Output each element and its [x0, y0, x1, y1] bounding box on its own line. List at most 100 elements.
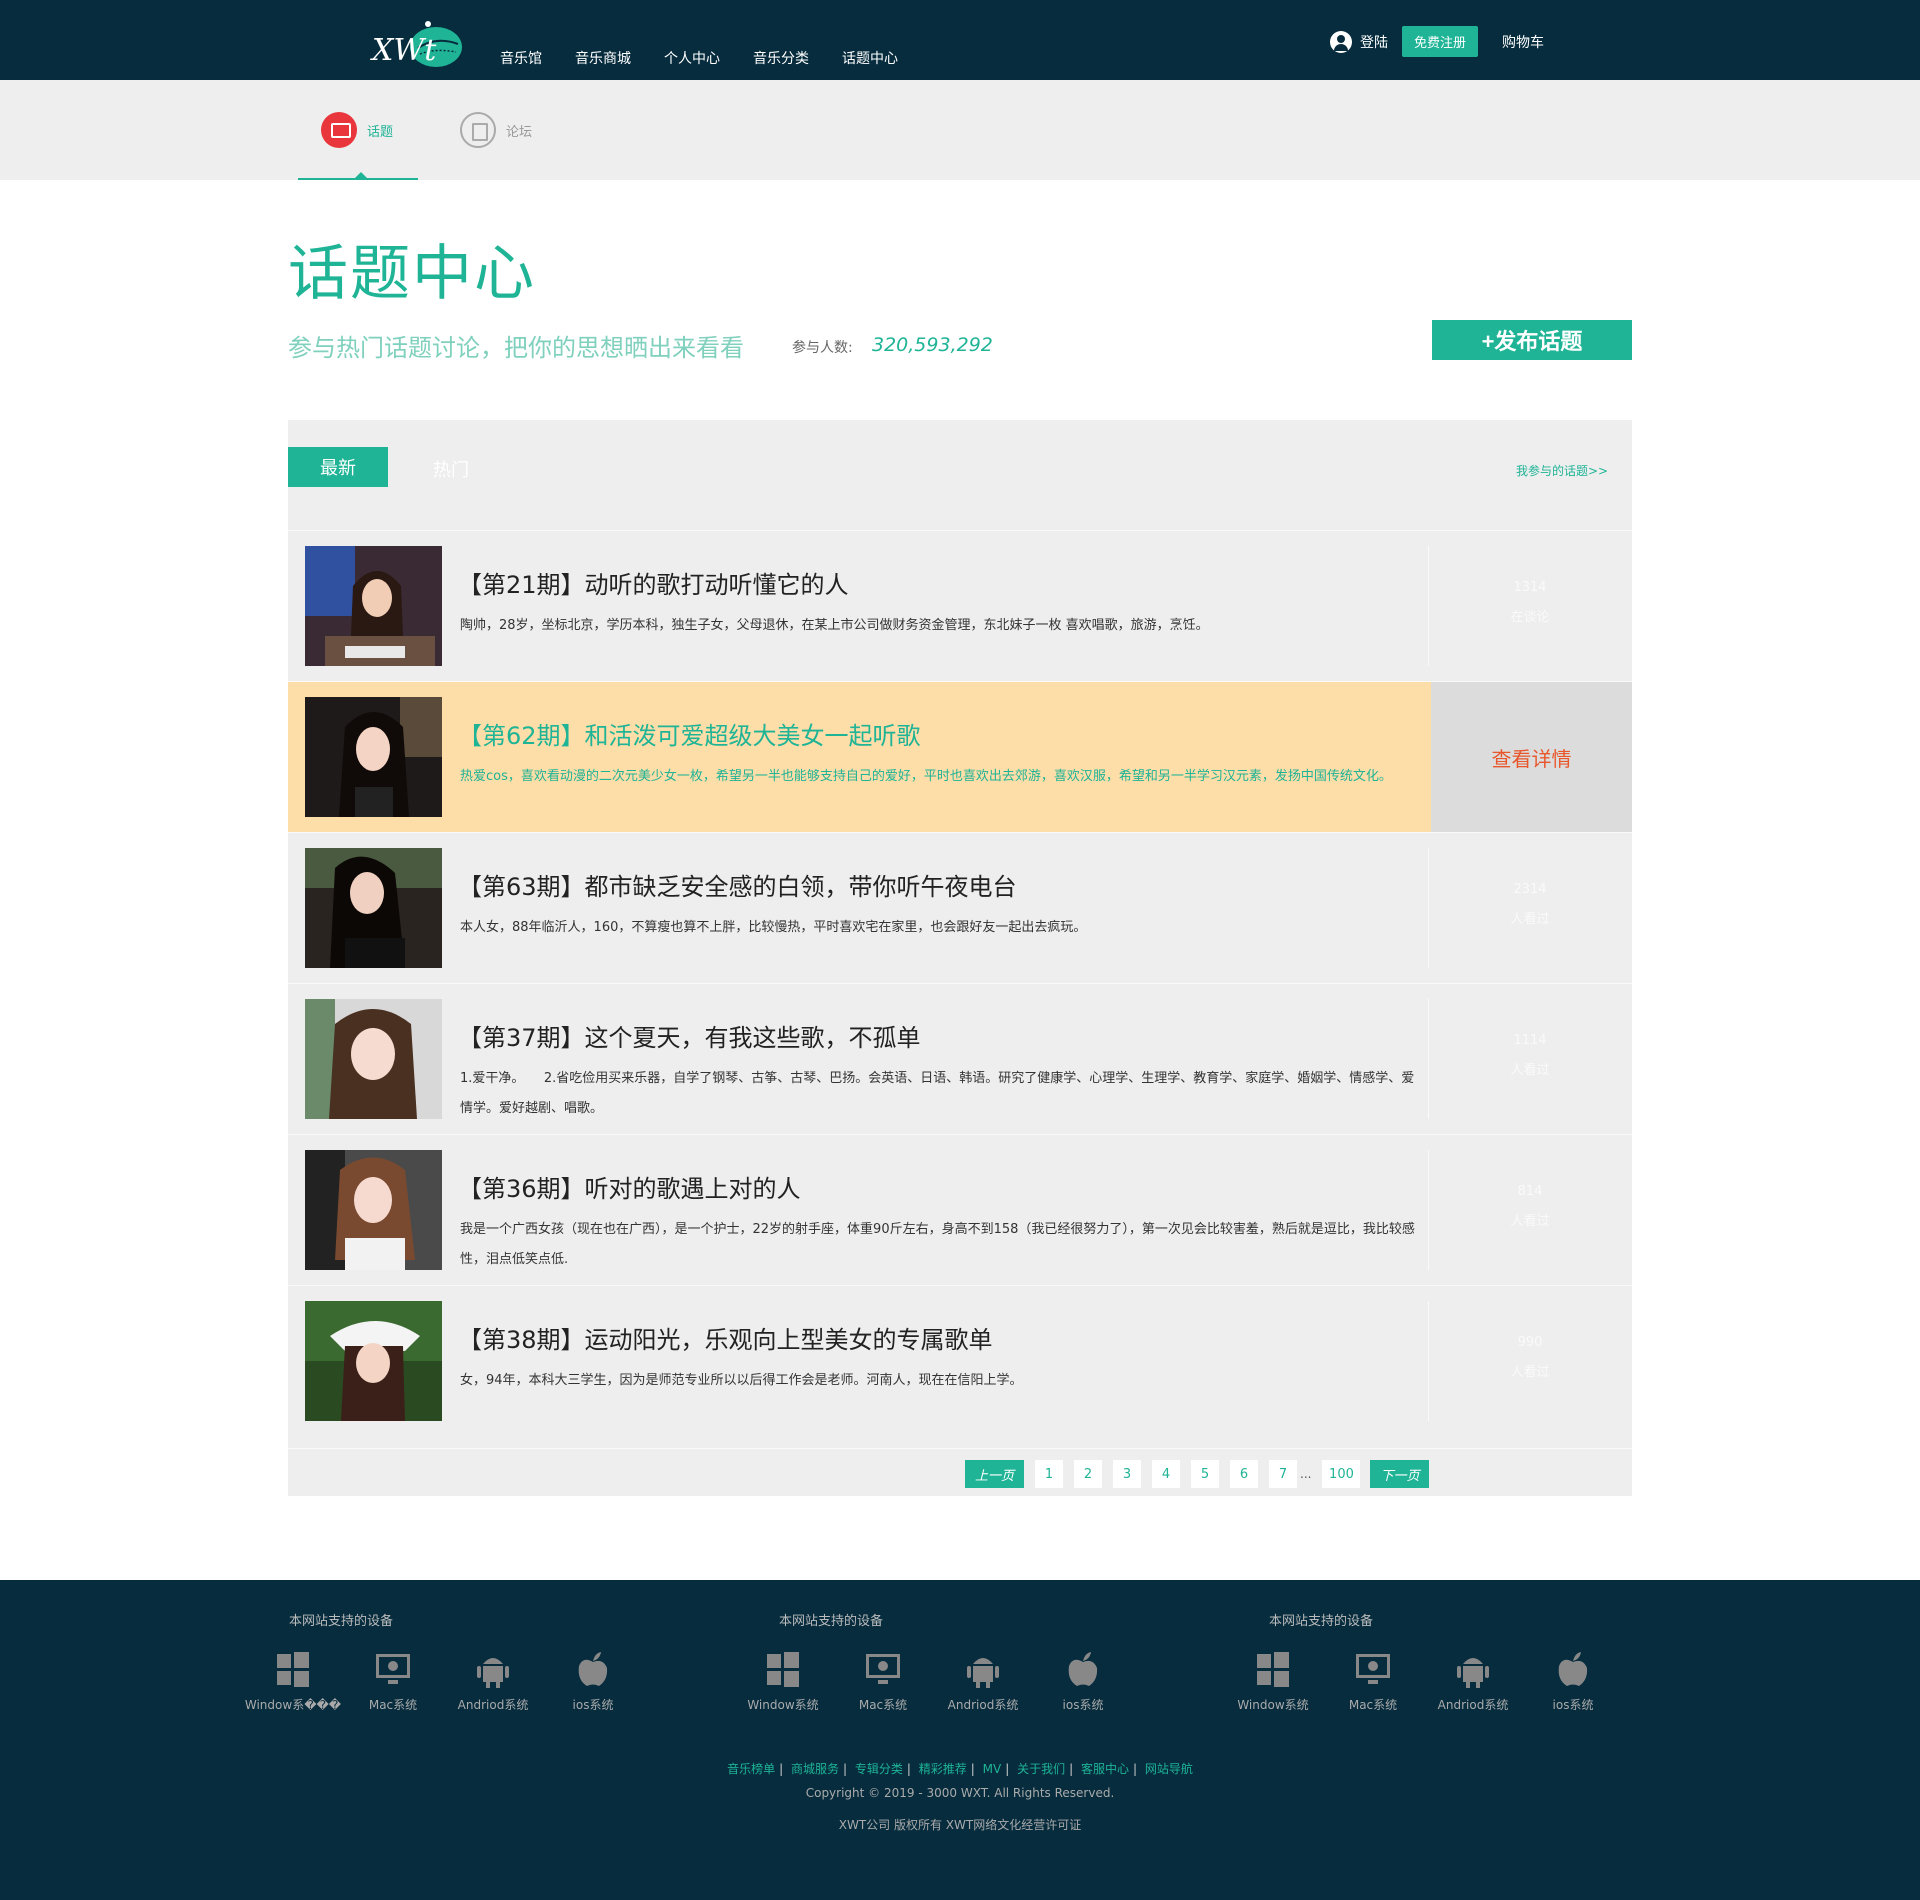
device-label: Andriod系统	[1437, 1698, 1509, 1712]
page-button[interactable]: 3	[1113, 1460, 1142, 1488]
footer-link[interactable]: 客服中心	[1081, 1762, 1129, 1776]
topic-avatar[interactable]	[305, 1150, 442, 1270]
topic-row[interactable]: 【第63期】都市缺乏安全感的白领，带你听午夜电台 本人女，88年临沂人，160，…	[288, 832, 1632, 983]
device-android[interactable]: Andriod系统	[933, 1650, 1033, 1713]
footer-link[interactable]: MV	[983, 1762, 1002, 1776]
sub-nav: 话题 论坛	[0, 80, 1920, 180]
topic-title[interactable]: 【第37期】这个夏天，有我这些歌，不孤单	[458, 1018, 921, 1053]
license-text: XWT公司 版权所有 XWT网络文化经营许可证	[838, 1818, 1082, 1832]
footer-link[interactable]: 商城服务	[791, 1762, 839, 1776]
device-label: Window系���	[244, 1698, 342, 1712]
topic-row[interactable]: 【第62期】和活泼可爱超级大美女一起听歌 热爱cos，喜欢看动漫的二次元美少女一…	[288, 681, 1632, 833]
tab-latest[interactable]: 最新	[288, 447, 388, 487]
register-button[interactable]: 免费注册	[1402, 26, 1479, 57]
device-windows[interactable]: Window系���	[243, 1650, 343, 1713]
device-title: 本网站支持的设备	[1269, 1614, 1374, 1629]
device-mac[interactable]: Mac系统	[343, 1650, 443, 1713]
nav-personal-center[interactable]: 个人中心	[664, 48, 720, 68]
page-button[interactable]: 4	[1152, 1460, 1181, 1488]
device-label: Andriod系统	[947, 1698, 1019, 1712]
device-mac[interactable]: Mac系统	[1323, 1650, 1423, 1713]
topic-title[interactable]: 【第62期】和活泼可爱超级大美女一起听歌	[458, 716, 921, 751]
chat-icon	[321, 112, 357, 148]
topic-desc: 1.爱干净。 2.省吃俭用买来乐器，自学了钢琴、古筝、古琴、巴扬。会英语、日语、…	[460, 1071, 1415, 1116]
apple-icon	[1555, 1650, 1591, 1688]
topic-avatar[interactable]	[305, 697, 442, 817]
user-area: 登陆 免费注册 购物车	[1330, 26, 1544, 57]
monitor-icon	[1355, 1650, 1391, 1688]
topic-desc: 热爱cos，喜欢看动漫的二次元美少女一枚，希望另一半也能够支持自己的爱好，平时也…	[460, 769, 1392, 784]
windows-icon	[765, 1650, 801, 1688]
footer-link[interactable]: 网站导航	[1145, 1762, 1193, 1776]
my-topics-link[interactable]: 我参与的话题>>	[1516, 462, 1608, 479]
topic-avatar[interactable]	[305, 1301, 442, 1421]
device-mac[interactable]: Mac系统	[833, 1650, 933, 1713]
prev-page-button[interactable]: 上一页	[965, 1460, 1025, 1488]
nav-music-hall[interactable]: 音乐馆	[500, 48, 542, 68]
tab-forum[interactable]: 论坛	[460, 112, 532, 148]
page-button[interactable]: 2	[1074, 1460, 1103, 1488]
windows-icon	[1255, 1650, 1291, 1688]
stat-label: 在谈论	[1510, 610, 1550, 625]
nav-topic-center[interactable]: 话题中心	[842, 48, 898, 68]
view-detail-button[interactable]: 查看详情	[1431, 682, 1632, 833]
device-ios[interactable]: ios系统	[1033, 1650, 1133, 1713]
tab-topic[interactable]: 话题	[321, 112, 393, 148]
nav-music-category[interactable]: 音乐分类	[753, 48, 809, 68]
page-button[interactable]: 5	[1191, 1460, 1220, 1488]
device-title: 本网站支持的设备	[779, 1614, 884, 1629]
topic-title[interactable]: 【第63期】都市缺乏安全感的白领，带你听午夜电台	[458, 867, 1017, 902]
publish-topic-button[interactable]: +发布话题	[1432, 320, 1632, 360]
apple-icon	[575, 1650, 611, 1688]
top-header: XWt 音乐馆 音乐商城 个人中心 音乐分类 话题中心 登陆 免费注册 购物车	[0, 0, 1920, 80]
footer-link[interactable]: 精彩推荐	[919, 1762, 967, 1776]
page-button-last[interactable]: 100	[1322, 1460, 1361, 1488]
device-android[interactable]: Andriod系统	[443, 1650, 543, 1713]
stat-label: 人看过	[1510, 1365, 1550, 1380]
device-label: Mac系统	[858, 1698, 908, 1712]
next-page-button[interactable]: 下一页	[1370, 1460, 1430, 1488]
device-windows[interactable]: Window系统	[1223, 1650, 1323, 1713]
nav-music-mall[interactable]: 音乐商城	[575, 48, 631, 68]
topic-avatar[interactable]	[305, 546, 442, 666]
device-windows[interactable]: Window系统	[733, 1650, 833, 1713]
footer-link[interactable]: 关于我们	[1017, 1762, 1065, 1776]
topic-stat: 2314 人看过	[1428, 875, 1632, 935]
main-nav: 音乐馆 音乐商城 个人中心 音乐分类 话题中心	[500, 48, 931, 68]
page-button[interactable]: 1	[1035, 1460, 1064, 1488]
topic-row[interactable]: 【第37期】这个夏天，有我这些歌，不孤单 1.爱干净。 2.省吃俭用买来乐器，自…	[288, 983, 1632, 1134]
android-icon	[965, 1650, 1001, 1688]
topic-row[interactable]: 【第38期】运动阳光，乐观向上型美女的专属歌单 女，94年，本科大三学生，因为是…	[288, 1285, 1632, 1436]
topic-title[interactable]: 【第36期】听对的歌遇上对的人	[458, 1169, 801, 1204]
topic-row[interactable]: 【第36期】听对的歌遇上对的人 我是一个广西女孩（现在也在广西），是一个护士，2…	[288, 1134, 1632, 1285]
login-link[interactable]: 登陆	[1360, 32, 1388, 52]
topic-title[interactable]: 【第38期】运动阳光，乐观向上型美女的专属歌单	[458, 1320, 993, 1355]
device-android[interactable]: Andriod系统	[1423, 1650, 1523, 1713]
footer-link[interactable]: 音乐榜单	[727, 1762, 775, 1776]
topic-avatar[interactable]	[305, 999, 442, 1119]
topic-rows: 【第21期】动听的歌打动听懂它的人 陶帅，28岁，坐标北京，学历本科，独生子女，…	[288, 530, 1632, 1436]
android-icon	[1455, 1650, 1491, 1688]
device-label: Mac系统	[368, 1698, 418, 1712]
device-label: Mac系统	[1348, 1698, 1398, 1712]
cart-link[interactable]: 购物车	[1502, 32, 1544, 52]
topic-row[interactable]: 【第21期】动听的歌打动听懂它的人 陶帅，28岁，坐标北京，学历本科，独生子女，…	[288, 530, 1632, 681]
site-logo[interactable]: XWt	[370, 18, 466, 72]
topic-avatar[interactable]	[305, 848, 442, 968]
tab-forum-label: 论坛	[506, 124, 533, 140]
page-button[interactable]: 6	[1230, 1460, 1259, 1488]
topic-title[interactable]: 【第21期】动听的歌打动听懂它的人	[458, 565, 849, 600]
stat-count: 2314	[1513, 882, 1547, 897]
separator: |	[1133, 1762, 1138, 1776]
device-ios[interactable]: ios系统	[543, 1650, 643, 1713]
page-button[interactable]: 7	[1269, 1460, 1298, 1488]
active-tab-caret	[355, 172, 367, 178]
device-ios[interactable]: ios系统	[1523, 1650, 1623, 1713]
device-label: ios系统	[1062, 1698, 1104, 1712]
footer-links: 音乐榜单 | 商城服务 | 专辑分类 | 精彩推荐 | MV | 关于我们 | 客服中心 | …	[0, 1760, 1920, 1777]
user-icon	[1330, 30, 1352, 53]
tab-hot[interactable]: 热门	[433, 456, 469, 482]
footer-link[interactable]: 专辑分类	[855, 1762, 903, 1776]
topic-desc: 我是一个广西女孩（现在也在广西），是一个护士，22岁的射手座，体重90斤左右，身…	[460, 1222, 1415, 1267]
topic-stat: 990 人看过	[1428, 1328, 1632, 1388]
